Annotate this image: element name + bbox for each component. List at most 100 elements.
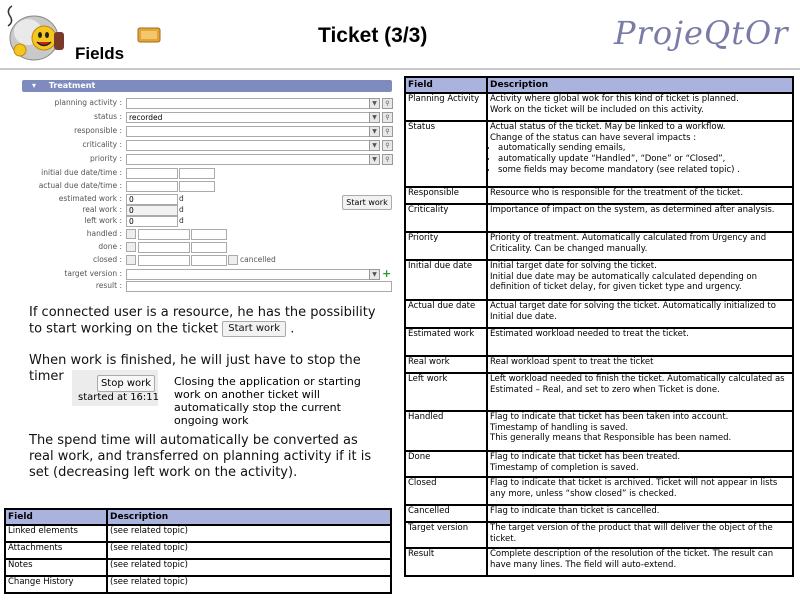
start-work-button[interactable]: Start work: [342, 195, 392, 210]
started-at-label: started at 16:11: [78, 392, 160, 403]
done-checkbox[interactable]: [126, 242, 136, 252]
label-left-work: left work :: [84, 216, 122, 225]
table-row: Priority Priority of treatment. Automati…: [404, 231, 794, 261]
label-priority: priority :: [90, 154, 122, 163]
responsible-select[interactable]: [126, 126, 370, 137]
description-cell: Actual status of the ticket. May be link…: [486, 120, 794, 188]
start-work-text: If connected user is a resource, he has …: [29, 305, 376, 337]
done-time-input[interactable]: [191, 242, 227, 253]
field-cell: Target version: [404, 521, 488, 549]
field-cell: Estimated work: [404, 327, 488, 357]
label-estimated-work: estimated work :: [58, 194, 122, 203]
real-work-value: 0: [126, 205, 178, 216]
field-cell: Initial due date: [404, 259, 488, 301]
planning-activity-select[interactable]: [126, 98, 370, 109]
cancelled-checkbox[interactable]: [228, 255, 238, 265]
handled-date-input[interactable]: [138, 229, 190, 240]
label-real-work: real work :: [82, 205, 122, 214]
field-cell: Cancelled: [404, 504, 488, 523]
field-cell: Notes: [4, 558, 108, 577]
dropdown-arrow-icon[interactable]: ▼: [369, 140, 380, 151]
description-cell: Flag to indicate than ticket is cancelle…: [486, 504, 794, 523]
unit-label: d: [179, 194, 184, 203]
description-cell: Priority of treatment. Automatically cal…: [486, 231, 794, 261]
table-row: Attachments (see related topic): [4, 541, 392, 560]
description-cell: (see related topic): [106, 524, 392, 543]
left-work-input[interactable]: 0: [126, 216, 178, 227]
priority-select[interactable]: [126, 154, 370, 165]
dropdown-arrow-icon[interactable]: ▼: [369, 154, 380, 165]
description-cell: Activity where global wok for this kind …: [486, 92, 794, 122]
description-cell: Flag to indicate that ticket has been ta…: [486, 410, 794, 452]
search-icon[interactable]: ⚲: [382, 98, 393, 109]
cancelled-label: cancelled: [240, 255, 276, 264]
field-cell: Actual due date: [404, 299, 488, 329]
field-cell: Responsible: [404, 186, 488, 205]
table-row: Planning Activity Activity where global …: [404, 92, 794, 122]
list-item: some fields may become mandatory (see re…: [498, 165, 790, 176]
table-row: Status Actual status of the ticket. May …: [404, 120, 794, 188]
closed-date-input[interactable]: [138, 255, 190, 266]
dropdown-arrow-icon[interactable]: ▼: [369, 126, 380, 137]
list-item: automatically sending emails,: [498, 143, 790, 154]
unit-label: d: [179, 216, 184, 225]
search-icon[interactable]: ⚲: [382, 140, 393, 151]
table-header-row: Field Description: [4, 508, 392, 526]
done-date-input[interactable]: [138, 242, 190, 253]
description-cell: Initial target date for solving the tick…: [486, 259, 794, 301]
search-icon[interactable]: ⚲: [382, 154, 393, 165]
label-closed: closed :: [93, 255, 122, 264]
handled-checkbox[interactable]: [126, 229, 136, 239]
column-header-field: Field: [4, 508, 108, 526]
label-initial-due: initial due date/time :: [41, 168, 122, 177]
dropdown-arrow-icon[interactable]: ▼: [369, 98, 380, 109]
search-icon[interactable]: ⚲: [382, 126, 393, 137]
criticality-select[interactable]: [126, 140, 370, 151]
label-responsible: responsible :: [74, 126, 122, 135]
field-cell: Left work: [404, 372, 488, 412]
description-cell: (see related topic): [106, 541, 392, 560]
description-cell: Importance of impact on the system, as d…: [486, 203, 794, 233]
initial-due-date-input[interactable]: [126, 168, 178, 179]
description-cell: Real workload spent to treat the ticket: [486, 355, 794, 374]
period: .: [290, 321, 295, 337]
closed-time-input[interactable]: [191, 255, 227, 266]
status-select[interactable]: recorded: [126, 112, 370, 123]
paragraph-start-work: If connected user is a resource, he has …: [29, 305, 379, 338]
smiley-logo-icon: [4, 2, 74, 64]
stop-work-note: Closing the application or starting work…: [174, 375, 361, 427]
description-cell: Resource who is responsible for the trea…: [486, 186, 794, 205]
stop-work-button[interactable]: Stop work: [97, 375, 155, 392]
actual-due-time-input[interactable]: [179, 181, 215, 192]
table-row: Handled Flag to indicate that ticket has…: [404, 410, 794, 452]
label-planning-activity: planning activity :: [54, 98, 123, 107]
field-cell: Linked elements: [4, 524, 108, 543]
target-version-select[interactable]: [126, 269, 370, 280]
dropdown-arrow-icon[interactable]: ▼: [369, 112, 380, 123]
field-cell: Real work: [404, 355, 488, 374]
label-status: status :: [94, 112, 122, 121]
result-textarea[interactable]: [126, 281, 392, 292]
handled-time-input[interactable]: [191, 229, 227, 240]
table-row: Initial due date Initial target date for…: [404, 259, 794, 301]
field-cell: Handled: [404, 410, 488, 452]
table-row: Closed Flag to indicate that ticket is a…: [404, 476, 794, 506]
dropdown-arrow-icon[interactable]: ▼: [369, 269, 380, 280]
actual-due-date-input[interactable]: [126, 181, 178, 192]
label-result: result :: [95, 281, 122, 290]
treatment-section-header[interactable]: ▾ Treatment: [22, 80, 392, 92]
add-icon[interactable]: +: [382, 267, 391, 280]
search-icon[interactable]: ⚲: [382, 112, 393, 123]
description-cell: Actual target date for solving the ticke…: [486, 299, 794, 329]
field-cell: Planning Activity: [404, 92, 488, 122]
description-cell: (see related topic): [106, 558, 392, 577]
brand-logo: ProjeQtOr: [614, 14, 789, 52]
table-row: Actual due date Actual target date for s…: [404, 299, 794, 329]
ticket-icon: [136, 25, 162, 45]
estimated-work-input[interactable]: 0: [126, 194, 178, 205]
field-cell: Done: [404, 450, 488, 478]
initial-due-time-input[interactable]: [179, 168, 215, 179]
table-row: Estimated work Estimated workload needed…: [404, 327, 794, 357]
closed-checkbox[interactable]: [126, 255, 136, 265]
start-work-button-inline[interactable]: Start work: [222, 321, 287, 337]
